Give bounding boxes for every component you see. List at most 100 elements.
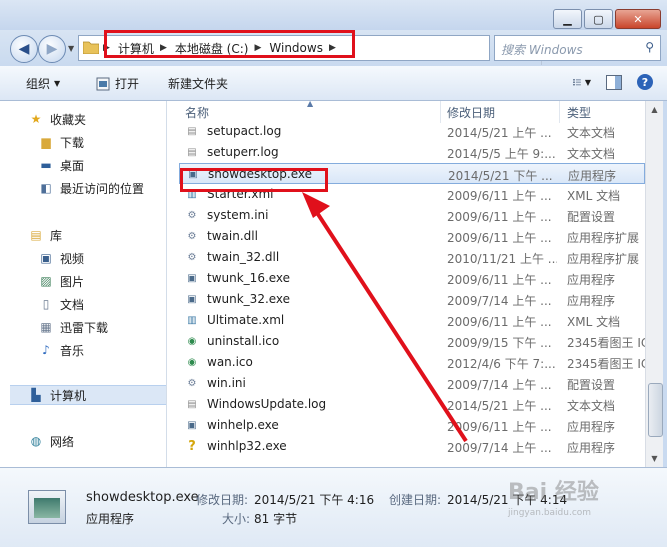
file-date: 2010/11/21 上午 ... <box>447 252 557 266</box>
file-row[interactable]: ⚙ twain.dll 2009/6/11 上午 ... 应用程序扩展 <box>179 226 645 247</box>
help-button[interactable]: ? <box>637 74 653 90</box>
file-type: 应用程序 <box>568 169 617 183</box>
file-annotation-box <box>180 168 328 192</box>
nav-libraries[interactable]: ▤ 库 <box>0 225 194 245</box>
caption-buttons: ▁ ▢ ✕ <box>551 9 661 29</box>
recent-pages-dropdown[interactable]: ▼ <box>68 44 74 53</box>
open-label: 打开 <box>115 77 140 91</box>
file-name: setuperr.log <box>207 145 279 159</box>
file-type: 文本文档 <box>567 147 616 161</box>
title-bar: ▁ ▢ ✕ <box>0 0 667 30</box>
downloads-folder-icon: ▆ <box>41 135 51 149</box>
file-type: 应用程序 <box>567 273 616 287</box>
nav-network-label: 网络 <box>50 434 75 449</box>
column-header-date[interactable]: 修改日期 <box>447 101 557 123</box>
details-size-label: 大小: <box>222 512 251 526</box>
file-type: 2345看图王 IC <box>567 336 645 350</box>
search-placeholder: 搜索 Windows <box>501 43 583 57</box>
details-modified-label: 修改日期: <box>196 493 249 507</box>
column-divider[interactable] <box>440 101 441 123</box>
file-row[interactable]: ▣ twunk_32.exe 2009/7/14 上午 ... 应用程序 <box>179 289 645 310</box>
file-row[interactable]: ▤ setupact.log 2014/5/21 上午 ... 文本文档 <box>179 121 645 142</box>
file-row[interactable]: ▤ WindowsUpdate.log 2014/5/21 上午 ... 文本文档 <box>179 394 645 415</box>
nav-desktop-label: 桌面 <box>60 158 85 173</box>
watermark-text: Bai 经验 <box>508 480 599 505</box>
file-date: 2009/6/11 上午 ... <box>447 210 552 224</box>
desktop-icon: ▬ <box>40 158 52 172</box>
scrollbar-thumb[interactable] <box>648 383 663 437</box>
column-header-type[interactable]: 类型 <box>567 101 645 123</box>
file-date: 2009/6/11 上午 ... <box>447 231 552 245</box>
nav-computer[interactable]: ▙ 计算机 <box>10 385 166 405</box>
file-type: 2345看图王 IC <box>567 357 645 371</box>
text-file-icon: ▤ <box>187 126 197 137</box>
back-button[interactable]: ◀ <box>10 35 38 63</box>
organize-label: 组织 <box>26 77 51 91</box>
ico-file-icon: ◉ <box>187 336 197 347</box>
file-date: 2014/5/21 上午 ... <box>447 399 552 413</box>
forward-arrow-icon: ▶ <box>46 41 58 57</box>
dll-icon: ⚙ <box>187 231 197 242</box>
column-header-name[interactable]: 名称 <box>185 101 440 123</box>
view-options-button[interactable]: ▼ <box>573 73 591 91</box>
nav-libraries-label: 库 <box>50 228 63 243</box>
search-input[interactable]: 搜索 Windows ⚲ <box>494 35 661 61</box>
file-row[interactable]: ⚙ system.ini 2009/6/11 上午 ... 配置设置 <box>179 205 645 226</box>
nav-computer-label: 计算机 <box>50 388 87 403</box>
open-button[interactable]: 打开 <box>96 75 139 92</box>
maximize-button[interactable]: ▢ <box>584 9 613 29</box>
file-row[interactable]: ⚙ win.ini 2009/7/14 上午 ... 配置设置 <box>179 373 645 394</box>
command-bar: 组织 ▼ 打开 新建文件夹 ▼ ? <box>0 66 667 101</box>
star-icon: ★ <box>30 112 42 126</box>
file-row[interactable]: ⚙ twain_32.dll 2010/11/21 上午 ... 应用程序扩展 <box>179 247 645 268</box>
chevron-down-icon: ▼ <box>584 77 591 87</box>
file-name: twain.dll <box>207 229 258 243</box>
file-date: 2009/7/14 上午 ... <box>447 378 552 392</box>
back-arrow-icon: ◀ <box>18 41 30 57</box>
nav-network[interactable]: ◍ 网络 <box>0 431 194 451</box>
document-library-icon: ▯ <box>42 297 50 311</box>
column-divider[interactable] <box>559 101 560 123</box>
file-name: twunk_32.exe <box>207 292 291 306</box>
close-button[interactable]: ✕ <box>615 9 661 29</box>
file-row[interactable]: ▥ Ultimate.xml 2009/6/11 上午 ... XML 文档 <box>179 310 645 331</box>
nav-favorites[interactable]: ★ 收藏夹 <box>0 109 194 129</box>
music-note-icon: ♪ <box>42 343 50 357</box>
file-type: 配置设置 <box>567 210 616 224</box>
file-type: 应用程序扩展 <box>567 231 640 245</box>
watermark-url: jingyan.baidu.com <box>508 508 592 518</box>
ico-file-icon: ◉ <box>187 357 197 368</box>
file-row[interactable]: ▣ winhelp.exe 2009/6/11 上午 ... 应用程序 <box>179 415 645 436</box>
library-icon: ▤ <box>30 228 42 242</box>
new-folder-button[interactable]: 新建文件夹 <box>168 75 228 92</box>
minimize-button[interactable]: ▁ <box>553 9 582 29</box>
forward-button[interactable]: ▶ <box>38 35 66 63</box>
nav-pictures-label: 图片 <box>60 274 85 289</box>
file-date: 2009/7/14 上午 ... <box>447 441 552 455</box>
file-name: uninstall.ico <box>207 334 280 348</box>
details-modified-value: 2014/5/21 下午 4:16 <box>254 493 375 507</box>
file-row[interactable]: ◉ uninstall.ico 2009/9/15 下午 ... 2345看图王 IC <box>179 331 645 352</box>
scroll-down-button[interactable]: ▼ <box>646 450 663 467</box>
file-date: 2012/4/6 下午 7:... <box>447 357 556 371</box>
file-type: 应用程序 <box>567 441 616 455</box>
preview-pane-button[interactable] <box>605 73 623 91</box>
video-library-icon: ▣ <box>40 251 52 265</box>
text-file-icon: ▤ <box>187 147 197 158</box>
file-list: ▲ 名称 修改日期 类型 ▤ setupact.log 2014/5/21 上午 .… <box>167 101 645 467</box>
file-type: XML 文档 <box>567 315 621 329</box>
search-icon[interactable]: ⚲ <box>645 40 654 54</box>
file-type: 应用程序 <box>567 294 616 308</box>
file-name: system.ini <box>207 208 269 222</box>
file-row[interactable]: ◉ wan.ico 2012/4/6 下午 7:... 2345看图王 IC <box>179 352 645 373</box>
vertical-scrollbar[interactable]: ▲ ▼ <box>645 101 663 467</box>
file-row[interactable]: ▣ twunk_16.exe 2009/6/11 上午 ... 应用程序 <box>179 268 645 289</box>
nav-documents-label: 文档 <box>60 297 85 312</box>
column-date-label: 修改日期 <box>447 105 496 120</box>
file-row[interactable]: ? winhlp32.exe 2009/7/14 上午 ... 应用程序 <box>179 436 645 457</box>
organize-button[interactable]: 组织 ▼ <box>26 75 60 92</box>
chevron-down-icon: ▼ <box>54 79 61 88</box>
scroll-up-button[interactable]: ▲ <box>646 101 663 118</box>
details-filename: showdesktop.exe <box>86 490 199 505</box>
file-row[interactable]: ▤ setuperr.log 2014/5/5 上午 9:... 文本文档 <box>179 142 645 163</box>
